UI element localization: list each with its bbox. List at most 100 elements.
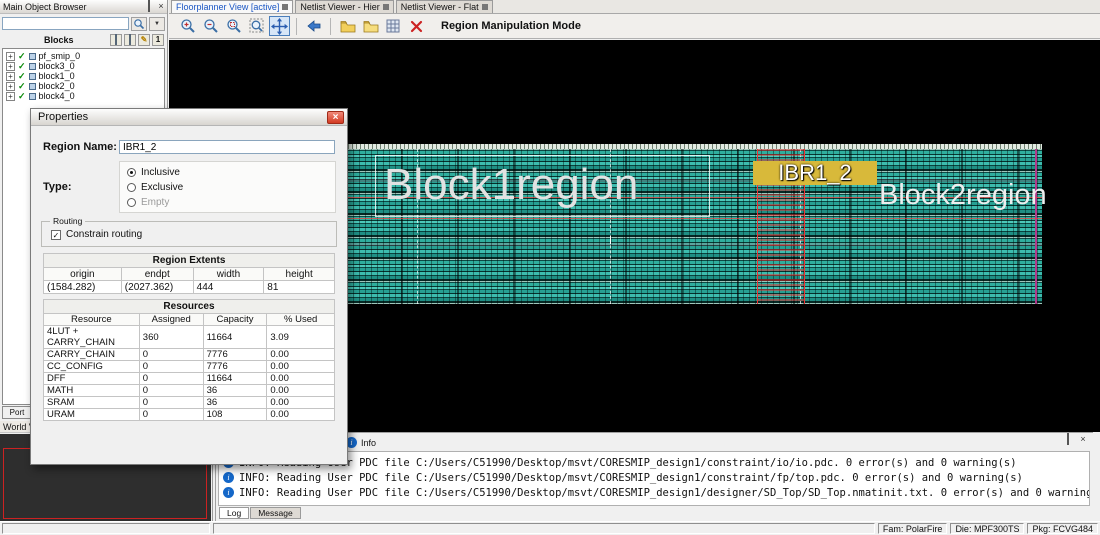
tab-log[interactable]: Log: [219, 507, 249, 519]
cell-used: 0.00: [267, 361, 335, 373]
new-region-button[interactable]: [337, 16, 358, 36]
zoom-out-button[interactable]: [200, 16, 221, 36]
block-icon: [29, 63, 36, 70]
checkbox-checked-icon[interactable]: ✓: [18, 51, 26, 61]
extents-height: 81: [264, 281, 335, 294]
tab-floorplanner-view[interactable]: Floorplanner View [active]: [171, 0, 293, 13]
expand-icon[interactable]: +: [6, 62, 15, 71]
delete-region-button[interactable]: [406, 16, 427, 36]
tree-item-block2[interactable]: + ✓ block2_0: [3, 81, 164, 91]
object-browser-titlebar: Main Object Browser ×: [0, 0, 167, 14]
close-icon[interactable]: ×: [1077, 434, 1089, 446]
region-name-input[interactable]: [119, 140, 335, 154]
pin-icon[interactable]: [143, 1, 155, 13]
expand-icon[interactable]: +: [6, 52, 15, 61]
col-header: Resource: [44, 314, 140, 326]
log-line: i INFO: Reading User PDC file C:/Users/C…: [223, 485, 1085, 500]
cell-assigned: 0: [139, 373, 203, 385]
tree-item-label: block4_0: [39, 91, 75, 101]
zoom-fit-button[interactable]: [246, 16, 267, 36]
radio-selected-icon[interactable]: [127, 168, 136, 177]
grid-view-button[interactable]: [383, 16, 404, 36]
tree-item-label: pf_smip_0: [39, 51, 81, 61]
checkbox-checked-icon[interactable]: ✓: [18, 61, 26, 71]
edit-icon[interactable]: ✎: [138, 34, 150, 46]
tree-item-pf-smip[interactable]: + ✓ pf_smip_0: [3, 51, 164, 61]
radio-label: Exclusive: [141, 182, 183, 193]
cell-assigned: 0: [139, 409, 203, 421]
cell-assigned: 0: [139, 349, 203, 361]
log-output[interactable]: i INFO: Reading User PDC file C:/Users/C…: [218, 451, 1090, 506]
type-option-inclusive[interactable]: Inclusive: [127, 165, 335, 180]
col-header: origin: [44, 268, 122, 281]
cell-used: 0.00: [267, 373, 335, 385]
cell-resource: MATH: [44, 385, 140, 397]
expand-icon[interactable]: +: [6, 82, 15, 91]
zoom-window-button[interactable]: [223, 16, 244, 36]
tree-item-block3[interactable]: + ✓ block3_0: [3, 61, 164, 71]
region-extents-section: Region Extents origin endpt width height…: [43, 253, 335, 294]
tab-message[interactable]: Message: [250, 507, 301, 519]
table-row: 4LUT + CARRY_CHAIN 360 11664 3.09: [44, 326, 335, 349]
info-icon: i: [223, 487, 234, 498]
port-tab[interactable]: Port: [2, 406, 32, 419]
tab-netlist-viewer-flat[interactable]: Netlist Viewer - Flat: [396, 0, 493, 13]
radio-icon[interactable]: [127, 198, 136, 207]
resources-title: Resources: [44, 300, 335, 314]
dialog-titlebar[interactable]: Properties ×: [31, 109, 347, 126]
checkbox-checked-icon[interactable]: ✓: [18, 91, 26, 101]
table-row: URAM 0 108 0.00: [44, 409, 335, 421]
region-extents-title: Region Extents: [44, 254, 335, 268]
back-button[interactable]: [303, 16, 324, 36]
routing-group: Routing ✓ Constrain routing: [41, 221, 337, 247]
status-package: Pkg: FCVG484: [1027, 523, 1098, 534]
region-block2[interactable]: Block2region: [879, 179, 1047, 212]
type-option-empty[interactable]: Empty: [127, 195, 335, 210]
checkbox-checked-icon[interactable]: ✓: [18, 81, 26, 91]
region-ibr1-2[interactable]: IBR1_2: [753, 161, 877, 185]
move-crosshair-icon: [271, 18, 288, 35]
cell-used: 3.09: [267, 326, 335, 349]
dialog-close-button[interactable]: ×: [327, 111, 344, 124]
constrain-routing-option[interactable]: ✓ Constrain routing: [51, 229, 142, 240]
blocks-header: Blocks ✎ 1: [0, 34, 167, 47]
object-browser-title: Main Object Browser: [3, 0, 143, 14]
status-family: Fam: PolarFire: [878, 523, 948, 534]
tree-item-block4[interactable]: + ✓ block4_0: [3, 91, 164, 101]
toolbar-separator: [296, 18, 297, 35]
radio-icon[interactable]: [127, 183, 136, 192]
filter-dropdown[interactable]: ▼: [149, 17, 165, 31]
pin-icon[interactable]: [1062, 434, 1074, 446]
cell-assigned: 0: [139, 397, 203, 409]
layout-icon[interactable]: [124, 34, 136, 46]
window-icon[interactable]: [110, 34, 122, 46]
tree-item-block1[interactable]: + ✓ block1_0: [3, 71, 164, 81]
tab-pin-icon[interactable]: [282, 4, 288, 10]
sort-icon[interactable]: 1: [152, 34, 164, 46]
type-option-exclusive[interactable]: Exclusive: [127, 180, 335, 195]
log-panel-controls: ×: [1062, 434, 1089, 446]
expand-icon[interactable]: +: [6, 92, 15, 101]
table-row: SRAM 0 36 0.00: [44, 397, 335, 409]
region-block1[interactable]: Block1region: [375, 155, 710, 217]
cell-used: 0.00: [267, 385, 335, 397]
cell-capacity: 11664: [203, 373, 267, 385]
expand-icon[interactable]: +: [6, 72, 15, 81]
radio-label: Empty: [141, 197, 169, 208]
tab-pin-icon[interactable]: [383, 4, 389, 10]
object-filter-input[interactable]: [2, 17, 129, 30]
zoom-in-button[interactable]: [177, 16, 198, 36]
info-tab[interactable]: i Info: [346, 437, 376, 448]
checkbox-checked-icon[interactable]: ✓: [51, 230, 61, 240]
tab-pin-icon[interactable]: [482, 4, 488, 10]
log-line: i INFO: Reading User PDC file C:/Users/C…: [223, 470, 1085, 485]
extents-endpt: (2027.362): [121, 281, 193, 294]
resources-section: Resources Resource Assigned Capacity % U…: [43, 299, 335, 421]
close-icon[interactable]: ×: [155, 1, 167, 13]
search-button[interactable]: [131, 17, 147, 31]
tab-netlist-viewer-hier[interactable]: Netlist Viewer - Hier: [295, 0, 393, 13]
open-region-button[interactable]: [360, 16, 381, 36]
region-manipulation-mode-button[interactable]: [269, 16, 290, 36]
cell-assigned: 0: [139, 385, 203, 397]
checkbox-checked-icon[interactable]: ✓: [18, 71, 26, 81]
